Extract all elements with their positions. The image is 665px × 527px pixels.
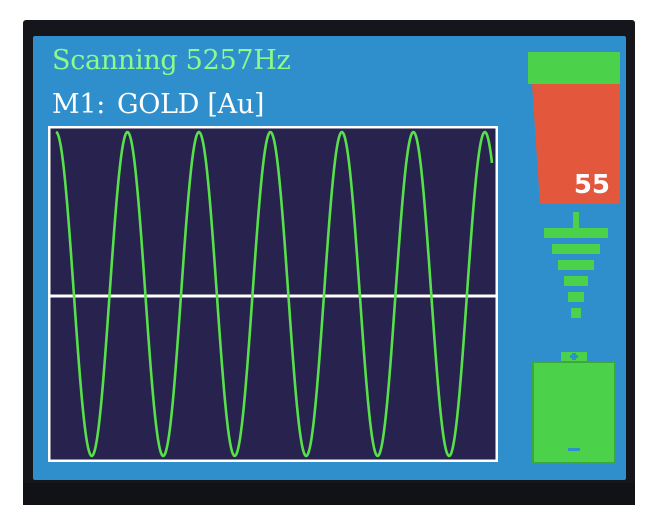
oscilloscope-panel [48, 126, 498, 462]
target-metal-label: GOLD [Au] [117, 89, 265, 120]
mode-label: M1: [52, 89, 106, 120]
depth-level-icon [540, 212, 612, 330]
signal-strength-value: 55 [573, 170, 610, 200]
meter-top-segment [528, 52, 620, 84]
device-bezel-bottom [23, 483, 635, 505]
scope-frame [48, 126, 498, 462]
battery-icon [530, 352, 618, 466]
signal-strength-meter: 55 [528, 52, 620, 204]
oscilloscope-display [48, 126, 498, 462]
mode-line: M1: GOLD [Au] [52, 88, 264, 122]
scan-status-text: Scanning 5257Hz [52, 45, 291, 76]
